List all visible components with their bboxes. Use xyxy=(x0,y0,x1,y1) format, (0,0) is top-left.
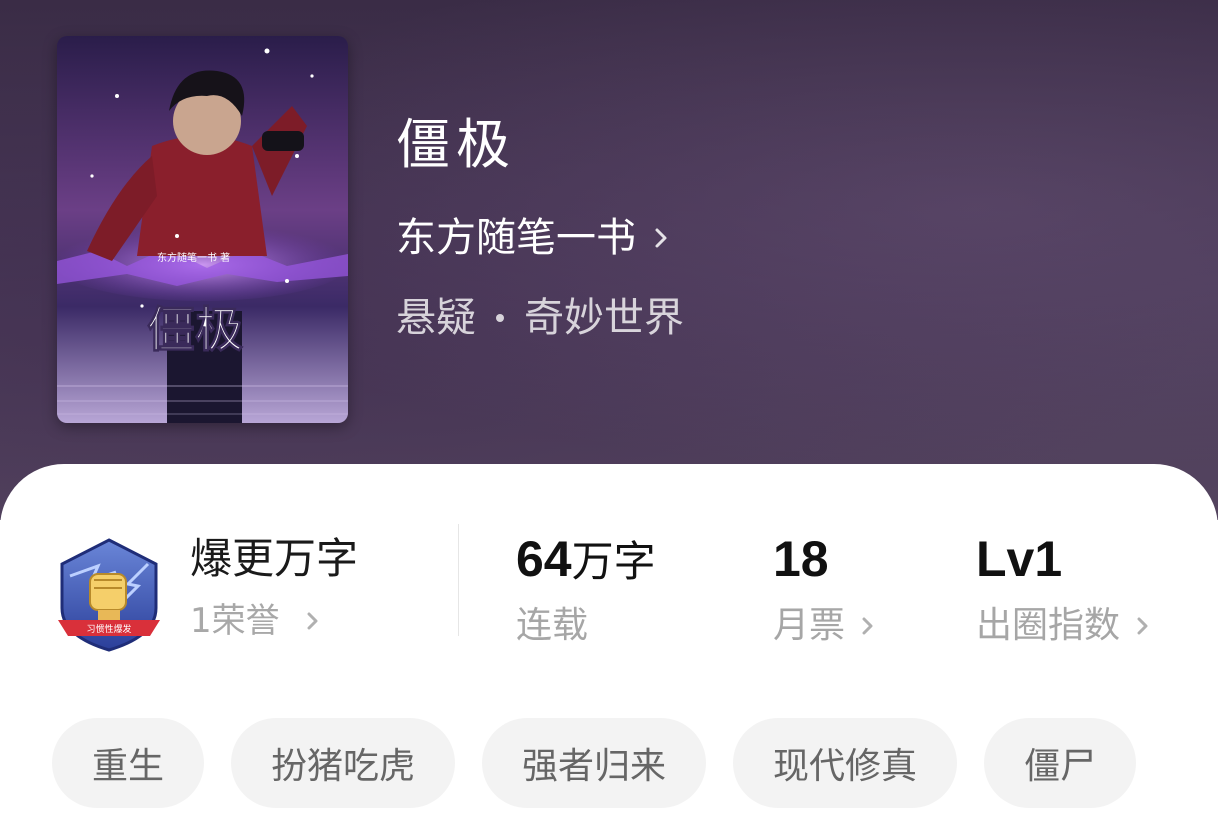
book-title: 僵极 xyxy=(396,113,516,176)
level-link[interactable]: 出圈指数 xyxy=(976,608,1152,644)
author-name: 东方随笔一书 xyxy=(396,215,636,261)
word-count-value: 64万字 xyxy=(516,534,656,584)
status-label: 连载 xyxy=(516,608,588,644)
separator-dot xyxy=(496,314,504,322)
monthly-votes-link[interactable]: 月票 xyxy=(773,608,877,644)
cover-art: 东方随笔一书 著 僵极 xyxy=(57,36,348,423)
badge-ribbon-text: 习惯性爆发 xyxy=(86,623,131,635)
monthly-votes-value: 18 xyxy=(773,531,829,587)
subgenre-label[interactable]: 奇妙世界 xyxy=(524,298,684,338)
chevron-right-icon xyxy=(655,228,667,248)
book-header: 东方随笔一书 著 僵极 僵极 东方随笔一书 悬疑 奇妙世界 xyxy=(0,0,1218,520)
cover-byline: 东方随笔一书 著 xyxy=(157,251,230,264)
level-label: 出圈指数 xyxy=(976,605,1121,646)
tag-chip[interactable]: 强者归来 xyxy=(482,718,707,808)
author-link[interactable]: 东方随笔一书 xyxy=(396,218,672,258)
tag-chip[interactable]: 重生 xyxy=(52,718,205,808)
genre-label[interactable]: 悬疑 xyxy=(396,298,476,338)
tag-list: 重生 扮猪吃虎 强者归来 现代修真 僵尸 xyxy=(52,718,1163,808)
tag-chip[interactable]: 现代修真 xyxy=(733,718,958,808)
honor-count-link[interactable]: 1荣誉 xyxy=(190,604,322,638)
honor-count: 1荣誉 xyxy=(190,601,280,641)
genre-breadcrumb: 悬疑 奇妙世界 xyxy=(396,298,684,338)
tag-chip[interactable]: 僵尸 xyxy=(984,718,1137,808)
chevron-right-icon xyxy=(862,617,873,635)
level-value: Lv1 xyxy=(976,531,1063,587)
honor-title: 爆更万字 xyxy=(190,534,359,583)
cover-title: 僵极 xyxy=(147,302,243,358)
word-count-number: 64 xyxy=(516,531,572,587)
monthly-votes-label: 月票 xyxy=(773,605,846,646)
status-text: 连载 xyxy=(516,605,589,646)
chevron-right-icon xyxy=(1137,617,1148,635)
tag-chip[interactable]: 扮猪吃虎 xyxy=(231,718,456,808)
stats-divider xyxy=(458,524,459,636)
word-count-unit: 万字 xyxy=(571,537,656,586)
chevron-right-icon xyxy=(307,612,318,630)
fist-lightning-badge-icon[interactable]: 习惯性爆发 xyxy=(50,536,168,654)
book-cover[interactable]: 东方随笔一书 著 僵极 xyxy=(57,36,348,423)
